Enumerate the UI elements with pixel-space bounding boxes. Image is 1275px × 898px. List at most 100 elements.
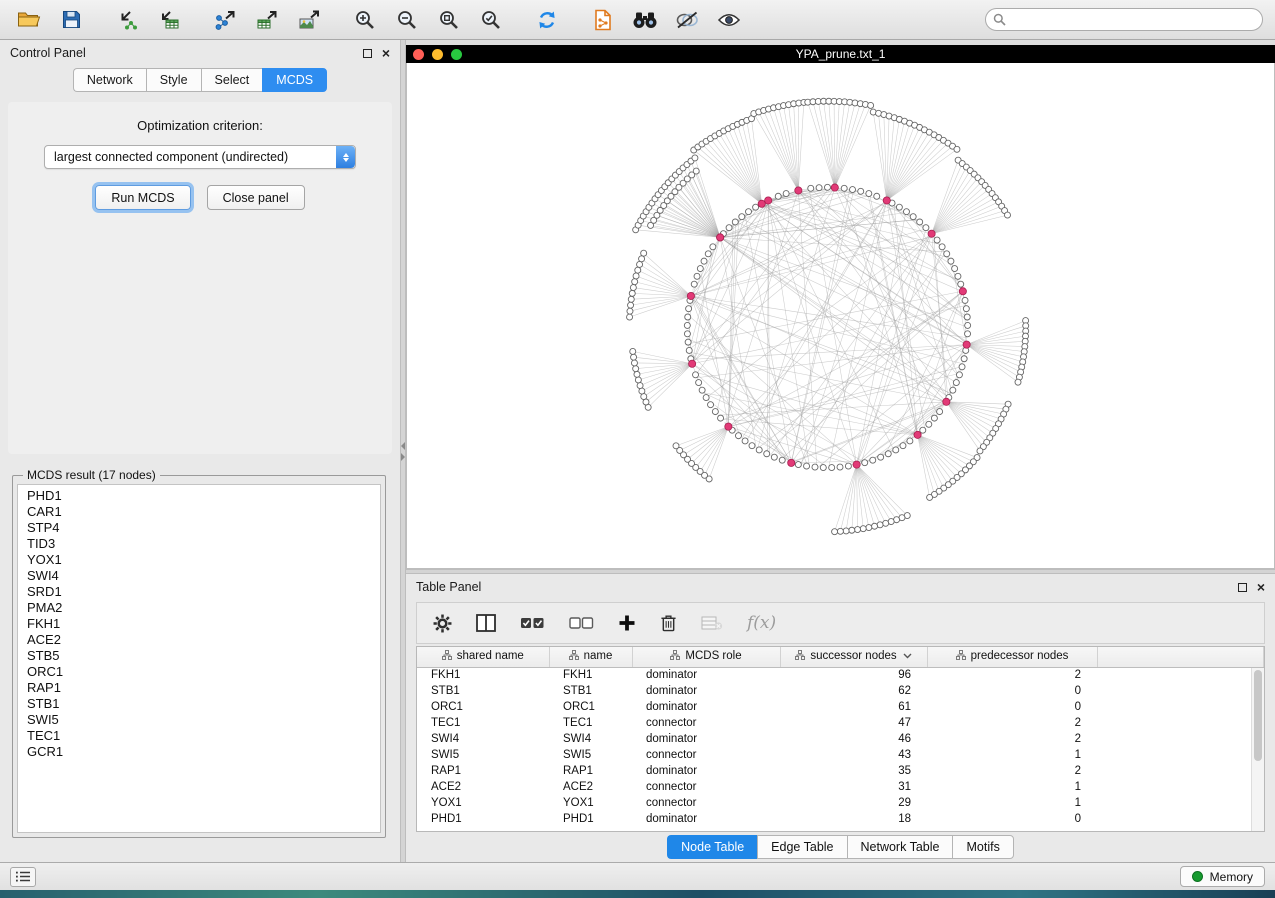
table-cell[interactable]: 1 [927,747,1097,763]
table-cell[interactable]: 61 [780,699,927,715]
table-cell[interactable]: STB1 [549,683,632,699]
tab-mcds[interactable]: MCDS [262,68,327,92]
scrollbar-thumb[interactable] [1254,670,1262,761]
table-row[interactable]: TEC1TEC1connector472 [417,715,1264,731]
search-input[interactable] [985,8,1263,31]
deselect-all-button[interactable] [569,615,594,631]
open-file-button[interactable] [12,5,46,35]
result-item[interactable]: SWI5 [27,712,371,728]
table-cell[interactable]: 43 [780,747,927,763]
close-panel-button[interactable]: Close panel [207,185,305,210]
result-item[interactable]: TID3 [27,536,371,552]
result-item[interactable]: STB1 [27,696,371,712]
table-cell[interactable]: 46 [780,731,927,747]
table-cell[interactable]: SWI4 [417,731,549,747]
clear-table-button[interactable] [701,615,723,631]
close-table-panel-icon[interactable]: × [1257,580,1265,594]
table-cell[interactable]: 0 [927,699,1097,715]
export-table-button[interactable] [250,5,284,35]
table-cell[interactable]: FKH1 [417,667,549,683]
find-neighbors-button[interactable] [628,5,662,35]
column-header-successor-nodes[interactable]: successor nodes [780,647,927,667]
table-cell[interactable]: 2 [927,715,1097,731]
tab-motifs[interactable]: Motifs [952,835,1013,859]
table-cell[interactable]: YOX1 [549,795,632,811]
network-canvas[interactable] [406,63,1275,569]
function-builder-button[interactable]: f(x) [747,613,776,633]
table-cell[interactable]: SWI5 [417,747,549,763]
table-cell[interactable]: connector [632,747,780,763]
save-session-button[interactable] [54,5,88,35]
zoom-in-button[interactable] [348,5,382,35]
table-cell[interactable]: RAP1 [417,763,549,779]
hide-selected-button[interactable] [670,5,704,35]
result-item[interactable]: PMA2 [27,600,371,616]
table-cell[interactable]: connector [632,779,780,795]
result-item[interactable]: ORC1 [27,664,371,680]
table-cell[interactable]: dominator [632,763,780,779]
table-row[interactable]: ACE2ACE2connector311 [417,779,1264,795]
import-network-button[interactable] [110,5,144,35]
zoom-out-button[interactable] [390,5,424,35]
result-item[interactable]: GCR1 [27,744,371,760]
table-row[interactable]: ORC1ORC1dominator610 [417,699,1264,715]
table-cell[interactable]: ORC1 [417,699,549,715]
table-cell[interactable]: YOX1 [417,795,549,811]
tab-node-table[interactable]: Node Table [667,835,757,859]
table-cell[interactable]: ORC1 [549,699,632,715]
table-cell[interactable]: ACE2 [417,779,549,795]
result-item[interactable]: SRD1 [27,584,371,600]
table-cell[interactable]: 2 [927,763,1097,779]
table-cell[interactable]: 35 [780,763,927,779]
table-row[interactable]: PHD1PHD1dominator180 [417,811,1264,827]
tab-network-table[interactable]: Network Table [847,835,953,859]
tab-network[interactable]: Network [73,68,146,92]
tab-edge-table[interactable]: Edge Table [757,835,846,859]
close-panel-icon[interactable]: × [382,46,390,60]
table-cell[interactable]: 0 [927,683,1097,699]
table-cell[interactable]: dominator [632,811,780,827]
table-cell[interactable]: SWI5 [549,747,632,763]
network-graph[interactable] [407,63,1274,568]
table-cell[interactable]: dominator [632,683,780,699]
table-cell[interactable]: ACE2 [549,779,632,795]
table-row[interactable]: STB1STB1dominator620 [417,683,1264,699]
table-cell[interactable]: 62 [780,683,927,699]
table-row[interactable]: YOX1YOX1connector291 [417,795,1264,811]
column-header-shared-name[interactable]: shared name [417,647,549,667]
network-file-button[interactable] [586,5,620,35]
float-panel-icon[interactable] [363,49,372,58]
table-cell[interactable]: STB1 [417,683,549,699]
float-table-panel-icon[interactable] [1238,583,1247,592]
memory-button[interactable]: Memory [1180,866,1265,887]
criterion-dropdown[interactable]: largest connected component (undirected) [44,145,356,169]
result-item[interactable]: RAP1 [27,680,371,696]
result-item[interactable]: CAR1 [27,504,371,520]
table-cell[interactable]: 2 [927,731,1097,747]
result-item[interactable]: PHD1 [27,488,371,504]
table-cell[interactable]: SWI4 [549,731,632,747]
zoom-selected-button[interactable] [474,5,508,35]
table-cell[interactable]: 0 [927,811,1097,827]
result-item[interactable]: ACE2 [27,632,371,648]
select-all-button[interactable] [520,615,545,631]
column-header-MCDS-role[interactable]: MCDS role [632,647,780,667]
export-image-button[interactable] [292,5,326,35]
table-scrollbar[interactable] [1251,668,1264,831]
result-item[interactable]: FKH1 [27,616,371,632]
table-cell[interactable]: 31 [780,779,927,795]
table-cell[interactable]: 47 [780,715,927,731]
splitter-collapse-icon[interactable] [401,442,405,461]
table-cell[interactable]: 18 [780,811,927,827]
table-cell[interactable]: dominator [632,699,780,715]
table-cell[interactable]: TEC1 [549,715,632,731]
result-item[interactable]: STB5 [27,648,371,664]
result-item[interactable]: SWI4 [27,568,371,584]
column-header-name[interactable]: name [549,647,632,667]
zoom-fit-button[interactable] [432,5,466,35]
add-column-button[interactable] [618,614,636,632]
result-item[interactable]: TEC1 [27,728,371,744]
table-cell[interactable]: connector [632,795,780,811]
run-mcds-button[interactable]: Run MCDS [95,185,190,210]
table-row[interactable]: SWI4SWI4dominator462 [417,731,1264,747]
